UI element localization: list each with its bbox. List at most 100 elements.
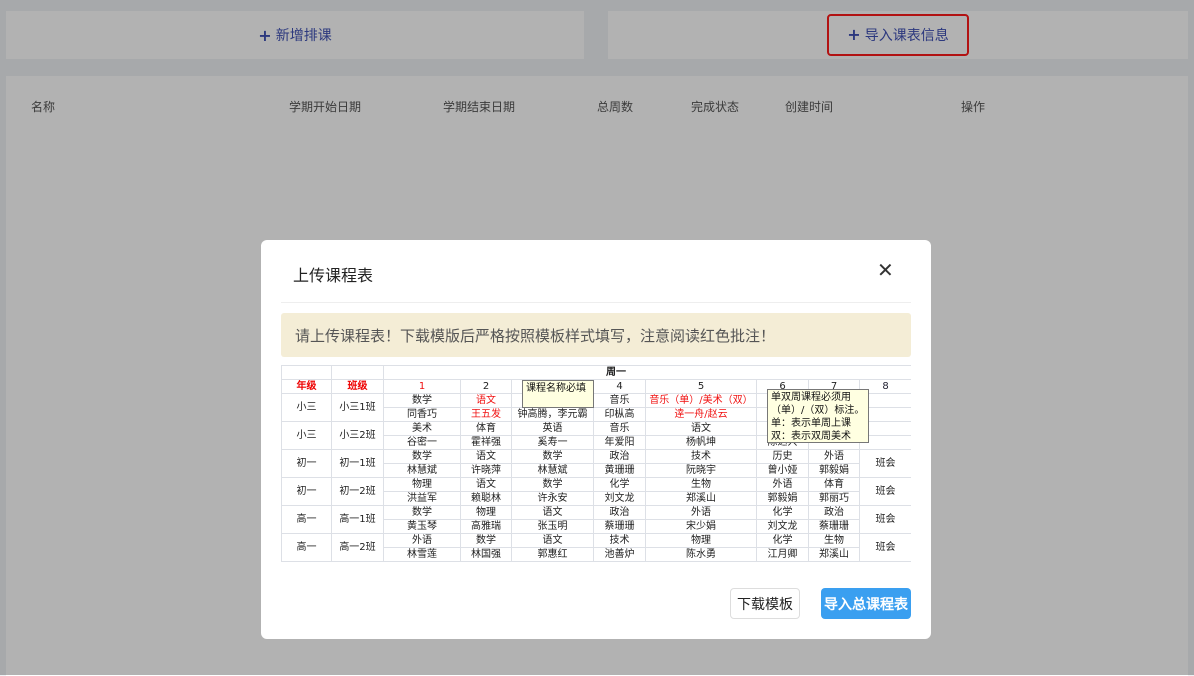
notice-banner: 请上传课程表！下载模版后严格按照模板样式填写，注意阅读红色批注！: [281, 313, 911, 357]
close-icon[interactable]: ✕: [877, 258, 894, 282]
upload-dialog: 上传课程表 ✕ 请上传课程表！下载模版后严格按照模板样式填写，注意阅读红色批注！…: [261, 240, 931, 639]
teacher-cell: 刘文龙: [593, 491, 646, 506]
teacher-cell: 赖聪林: [460, 491, 512, 506]
teacher-cell: 江月卿: [756, 547, 809, 562]
subject-cell: 物理: [460, 505, 512, 520]
subject-cell: 数学: [511, 449, 594, 464]
teacher-cell: 阮晓宇: [645, 463, 757, 478]
subject-cell: 语文: [511, 533, 594, 548]
subject-cell: 语文: [511, 505, 594, 520]
comment-line: 双：表示双周美术: [771, 431, 851, 442]
teacher-cell: 印枞高: [593, 407, 646, 422]
subject-cell: 数学: [383, 505, 461, 520]
subject-cell: 历史: [756, 449, 809, 464]
teacher-cell: 黄玉琴: [383, 519, 461, 534]
class-cell: 小三1班: [331, 393, 384, 422]
subject-cell: 政治: [593, 449, 646, 464]
teacher-cell: 许晓萍: [460, 463, 512, 478]
grade-cell: 高一: [281, 533, 332, 562]
dialog-title: 上传课程表: [293, 266, 374, 285]
subject-cell: 物理: [645, 533, 757, 548]
grade-cell: 小三: [281, 421, 332, 450]
teacher-cell: 林国强: [460, 547, 512, 562]
grade-cell: 高一: [281, 505, 332, 534]
subject-cell: 音乐: [593, 421, 646, 436]
download-template-button[interactable]: 下载模板: [730, 588, 800, 619]
table-row: 高一 高一1班 数学 物理 语文 政治 外语 化学 政治 班会: [281, 505, 911, 534]
teacher-cell: 郭惠红: [511, 547, 594, 562]
teacher-cell: 钟高腾，李元霸: [511, 407, 594, 422]
teacher-cell: 王五发: [460, 407, 512, 422]
subject-cell: 外语: [645, 505, 757, 520]
subject-cell: 体育: [460, 421, 512, 436]
header-cell: 班级: [331, 379, 384, 394]
subject-cell: 化学: [756, 533, 809, 548]
comment-course-required: 课程名称必填: [522, 380, 594, 408]
divider: [281, 302, 911, 303]
subject-cell: 化学: [593, 477, 646, 492]
teacher-cell: 郑溪山: [645, 491, 757, 506]
subject-cell: 技术: [593, 533, 646, 548]
teacher-cell: 郭毅娟: [808, 463, 860, 478]
grade-cell: 小三: [281, 393, 332, 422]
teacher-cell: 宋少娟: [645, 519, 757, 534]
grade-cell: 初一: [281, 477, 332, 506]
subject-cell: 班会: [859, 505, 911, 534]
subject-cell: 数学: [383, 393, 461, 408]
subject-cell: 生物: [645, 477, 757, 492]
comment-biweekly: 单双周课程必须用 （单）/（双）标注。 单：表示单周上课 双：表示双周美术: [767, 389, 869, 443]
teacher-cell: 同香巧: [383, 407, 461, 422]
header-cell: 2: [460, 379, 512, 394]
header-cell: 4: [593, 379, 646, 394]
comment-line: （单）/（双）标注。: [771, 405, 865, 416]
subject-cell: 技术: [645, 449, 757, 464]
import-timetable-button[interactable]: 导入总课程表: [821, 588, 911, 619]
class-cell: 高一2班: [331, 533, 384, 562]
teacher-cell: 蔡珊珊: [593, 519, 646, 534]
subject-cell: 数学: [383, 449, 461, 464]
teacher-cell: 林雪莲: [383, 547, 461, 562]
subject-cell: 外语: [808, 449, 860, 464]
teacher-cell: 蔡珊珊: [808, 519, 860, 534]
class-cell: 高一1班: [331, 505, 384, 534]
teacher-cell: 黄珊珊: [593, 463, 646, 478]
subject-cell: 语文: [460, 477, 512, 492]
class-cell: 初一1班: [331, 449, 384, 478]
day-label: 周一: [383, 365, 911, 380]
header-cell: 5: [645, 379, 757, 394]
subject-cell: 语文: [645, 421, 757, 436]
teacher-cell: 郭丽巧: [808, 491, 860, 506]
comment-line: 单：表示单周上课: [771, 418, 851, 429]
subject-cell: 政治: [808, 505, 860, 520]
teacher-cell: 曾小娅: [756, 463, 809, 478]
teacher-cell: 池善炉: [593, 547, 646, 562]
teacher-cell: 奚寿一: [511, 435, 594, 450]
class-cell: 小三2班: [331, 421, 384, 450]
header-cell: 年级: [281, 379, 332, 394]
subject-cell: 班会: [859, 533, 911, 562]
teacher-cell: 洪益军: [383, 491, 461, 506]
table-row: 初一 初一1班 数学 语文 数学 政治 技术 历史 外语 班会: [281, 449, 911, 478]
subject-cell: 班会: [859, 449, 911, 478]
teacher-cell: 逹一舟/赵云: [645, 407, 757, 422]
subject-cell: 政治: [593, 505, 646, 520]
subject-cell: 美术: [383, 421, 461, 436]
table-row: 初一 初一2班 物理 语文 数学 化学 生物 外语 体育 班会: [281, 477, 911, 506]
table-row: 高一 高一2班 外语 数学 语文 技术 物理 化学 生物 班会: [281, 533, 911, 562]
template-preview: 周一年级班级12345678小三小三1班数学语文音乐音乐（单）/美术（双）同香巧…: [281, 365, 911, 567]
comment-line: 单双周课程必须用: [771, 392, 851, 403]
teacher-cell: 许永安: [511, 491, 594, 506]
subject-cell: 生物: [808, 533, 860, 548]
subject-cell: 语文: [460, 449, 512, 464]
teacher-cell: 林慧斌: [383, 463, 461, 478]
teacher-cell: 杨帆坤: [645, 435, 757, 450]
subject-cell: 化学: [756, 505, 809, 520]
teacher-cell: 谷密一: [383, 435, 461, 450]
header-cell: 1: [383, 379, 461, 394]
subject-cell: 物理: [383, 477, 461, 492]
teacher-cell: 霍祥强: [460, 435, 512, 450]
subject-cell: 英语: [511, 421, 594, 436]
subject-cell: 外语: [383, 533, 461, 548]
teacher-cell: 高雅瑞: [460, 519, 512, 534]
class-cell: 初一2班: [331, 477, 384, 506]
